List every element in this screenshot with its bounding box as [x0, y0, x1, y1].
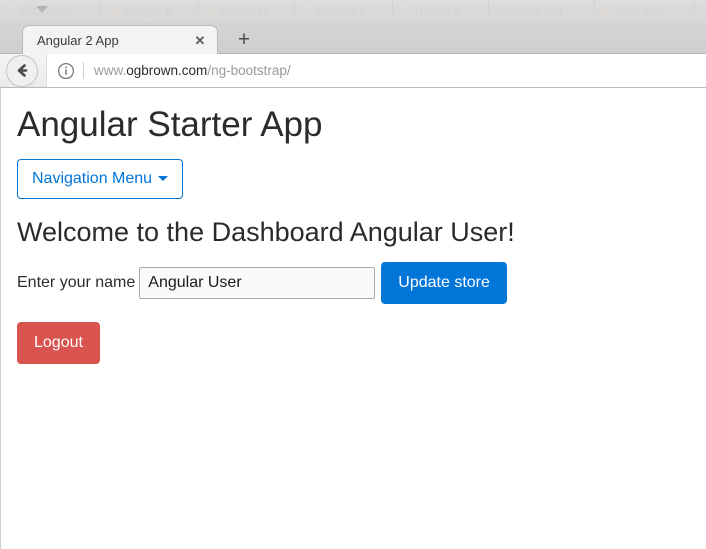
blue-icon — [400, 5, 411, 17]
background-tab-label: javascript — [221, 5, 270, 17]
js-icon — [206, 5, 217, 17]
name-field-label: Enter your name — [17, 273, 136, 291]
url-divider — [83, 62, 84, 79]
background-tab[interactable]: Serving n — [294, 0, 392, 22]
close-icon[interactable]: ✕ — [164, 5, 173, 18]
tab-strip: Angular 2 App ✕ + — [0, 22, 706, 54]
name-form-row: Enter your name Update store — [17, 261, 690, 304]
orange-slash-icon — [602, 5, 613, 17]
chevron-down-icon — [36, 6, 48, 13]
blank-icon — [7, 5, 18, 17]
chevron-down-icon — [158, 175, 169, 181]
page-title: Angular Starter App — [17, 105, 323, 144]
address-bar[interactable]: www.ogbrown.com/ng-bootstrap/ — [46, 54, 706, 87]
background-tab[interactable]: cache - Ar — [488, 0, 594, 22]
page-content: Angular Starter App Navigation Menu Welc… — [1, 88, 706, 364]
background-tabs: Oz Brown mod_d ✕ javascript Serving n Ho… — [0, 0, 706, 22]
background-tab[interactable]: mod_rew — [594, 0, 694, 22]
browser-window: Oz Brown mod_d ✕ javascript Serving n Ho… — [0, 0, 706, 549]
logout-button[interactable]: Logout — [17, 321, 100, 364]
page-viewport: Angular Starter App Navigation Menu Welc… — [0, 88, 706, 549]
background-tab-label: mod_d — [123, 5, 159, 17]
background-tab[interactable]: mod_d ✕ — [100, 0, 198, 22]
background-tab-label: mod_rew — [617, 5, 665, 17]
orange-slash-icon — [108, 5, 119, 17]
bars-icon — [496, 5, 507, 17]
navigation-menu-label: Navigation Menu — [32, 169, 153, 187]
url-text: www.ogbrown.com/ng-bootstrap/ — [94, 63, 291, 78]
background-tab[interactable]: javascript — [198, 0, 294, 22]
close-icon[interactable]: ✕ — [189, 34, 217, 47]
url-host: ogbrown.com — [126, 63, 208, 78]
url-prefix: www. — [94, 63, 127, 78]
update-store-button[interactable]: Update store — [381, 261, 507, 304]
background-tab[interactable]: Oz Brown — [0, 0, 100, 22]
name-input[interactable] — [139, 266, 376, 299]
info-icon[interactable] — [57, 62, 75, 80]
google-icon — [702, 5, 706, 17]
background-tab-label: How to e — [415, 5, 461, 17]
background-tab[interactable]: G — [694, 0, 706, 22]
background-tab[interactable]: How to e — [392, 0, 488, 22]
url-path: /ng-bootstrap/ — [207, 63, 291, 78]
background-tab-label: Serving n — [317, 5, 366, 17]
tab-angular-2-app[interactable]: Angular 2 App ✕ — [22, 25, 218, 54]
welcome-heading: Welcome to the Dashboard Angular User! — [17, 216, 515, 247]
background-tab-label: cache - Ar — [511, 5, 563, 17]
tab-title: Angular 2 App — [37, 32, 119, 48]
navigation-menu-dropdown[interactable]: Navigation Menu — [17, 158, 184, 199]
back-button[interactable] — [6, 54, 38, 87]
background-tab-strip: Oz Brown mod_d ✕ javascript Serving n Ho… — [0, 0, 706, 22]
browser-toolbar: www.ogbrown.com/ng-bootstrap/ — [0, 54, 706, 88]
new-tab-button[interactable]: + — [232, 29, 256, 52]
dots-icon — [302, 5, 313, 17]
